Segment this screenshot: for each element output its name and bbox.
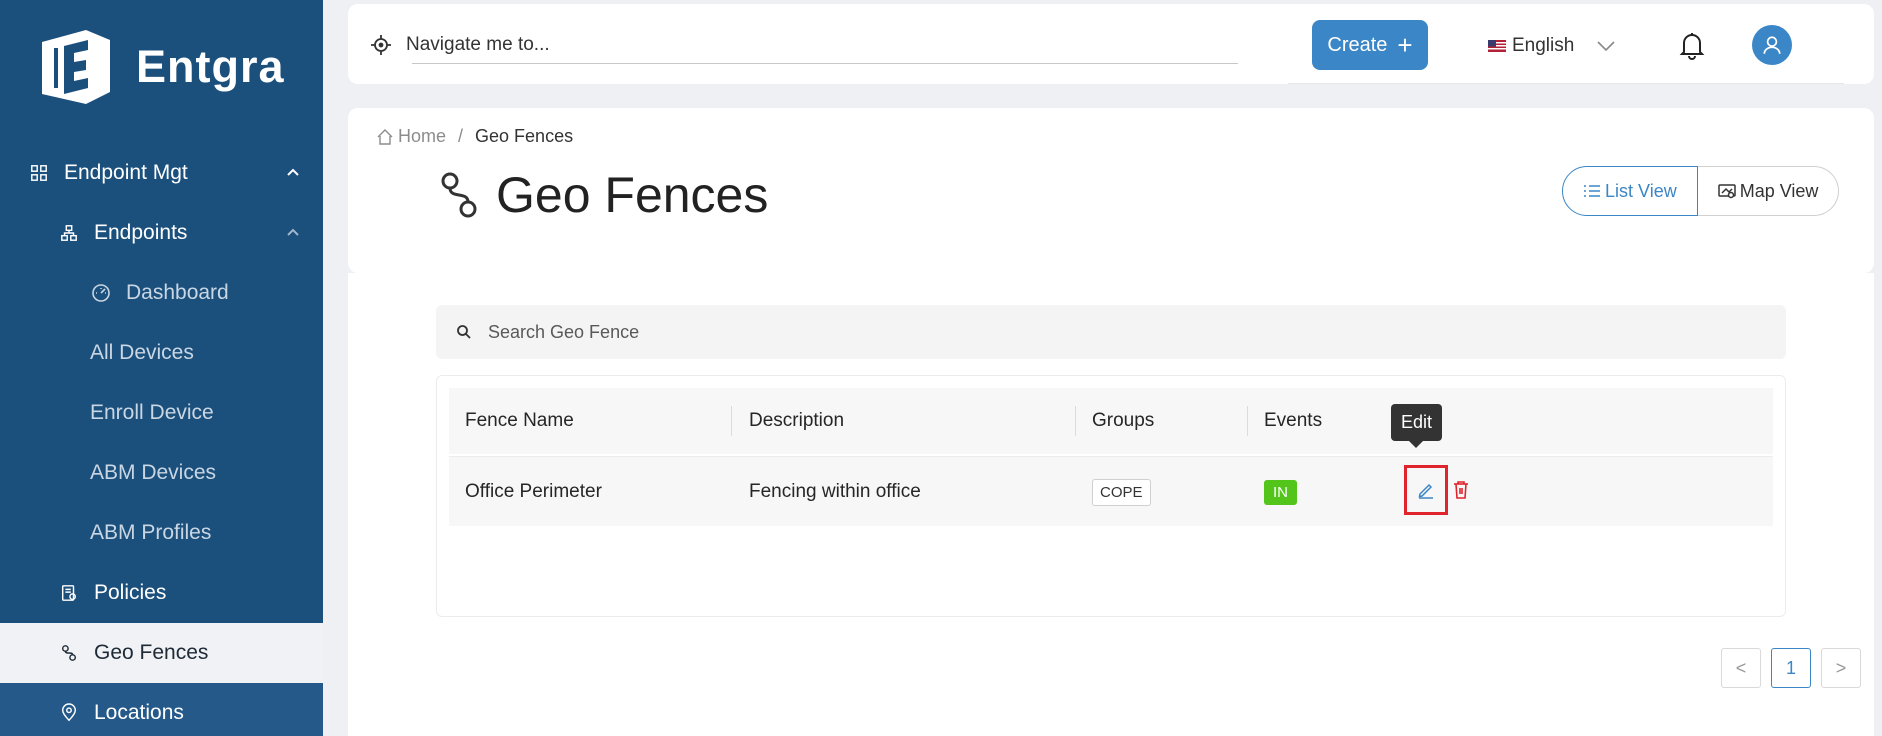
sidebar-item-all-devices[interactable]: All Devices	[0, 323, 323, 383]
sidebar-item-label: Endpoints	[94, 221, 188, 244]
sidebar-item-label: ABM Profiles	[90, 521, 212, 544]
group-tag: COPE	[1092, 478, 1151, 506]
map-icon	[1717, 184, 1736, 199]
hierarchy-icon	[58, 222, 80, 244]
sidebar-item-label: All Devices	[90, 341, 194, 364]
sidebar-item-label: Geo Fences	[94, 641, 209, 664]
page-title-text: Geo Fences	[496, 167, 769, 223]
cell-description: Fencing within office	[749, 481, 921, 502]
column-header-fence-name: Fence Name	[465, 410, 574, 431]
search-input[interactable]: Search Geo Fence	[488, 322, 639, 343]
chevron-up-icon	[287, 168, 299, 176]
sidebar-item-abm-devices[interactable]: ABM Devices	[0, 443, 323, 503]
column-header-groups: Groups	[1092, 410, 1155, 431]
brand-name: Entgra	[136, 41, 285, 92]
bell-icon[interactable]	[1678, 30, 1706, 60]
breadcrumb-separator: /	[458, 126, 464, 146]
sidebar-item-geo-fences[interactable]: Geo Fences	[0, 623, 323, 683]
language-label: English	[1512, 35, 1575, 56]
us-flag-icon	[1488, 40, 1506, 52]
geo-fence-table: Fence Name Description Groups Events Off…	[436, 375, 1861, 688]
cell-events: IN	[1264, 457, 1297, 527]
column-divider	[1075, 406, 1076, 436]
next-page-button[interactable]: >	[1821, 648, 1861, 688]
navigate-search[interactable]: Navigate me to...	[370, 24, 1238, 66]
table-row[interactable]: Office Perimeter Fencing within office C…	[449, 456, 1773, 526]
crosshair-icon	[371, 35, 391, 55]
sidebar-item-enroll-device[interactable]: Enroll Device	[0, 383, 323, 443]
chevron-down-icon	[1597, 41, 1615, 52]
entgra-logo-icon	[42, 30, 110, 104]
sidebar-item-label: Locations	[94, 701, 184, 724]
delete-trash-icon[interactable]	[1451, 479, 1471, 501]
map-view-label: Map View	[1739, 180, 1819, 201]
search-icon	[457, 325, 471, 339]
prev-page-button[interactable]: <	[1721, 648, 1761, 688]
geofence-icon	[441, 172, 477, 218]
language-select[interactable]: English	[1488, 26, 1616, 66]
edit-tooltip: Edit	[1391, 404, 1443, 448]
pagination: < 1 >	[1721, 648, 1871, 688]
edit-pencil-icon	[1418, 483, 1433, 499]
table-header: Fence Name Description Groups Events	[449, 388, 1773, 454]
create-label: Create	[1327, 33, 1388, 56]
geo-fence-search[interactable]: Search Geo Fence	[436, 305, 1786, 359]
view-toggle: List View Map View	[1562, 166, 1840, 216]
navigate-input[interactable]: Navigate me to...	[406, 34, 550, 56]
brand-logo[interactable]: Entgra	[34, 28, 285, 106]
page-button-1[interactable]: 1	[1771, 648, 1811, 688]
user-avatar[interactable]	[1752, 25, 1792, 65]
breadcrumb-current: Geo Fences	[475, 126, 574, 146]
cell-fence-name: Office Perimeter	[465, 481, 602, 502]
policy-icon	[58, 582, 80, 604]
sidebar-item-locations[interactable]: Locations	[0, 683, 323, 736]
top-header: Navigate me to... Create + English	[348, 4, 1874, 84]
list-view-label: List View	[1605, 180, 1677, 201]
plus-icon: +	[1397, 30, 1413, 60]
event-tag: IN	[1264, 479, 1297, 505]
column-divider	[1247, 406, 1248, 436]
create-button[interactable]: Create +	[1312, 20, 1428, 70]
sidebar-item-dashboard[interactable]: Dashboard	[0, 263, 323, 323]
column-header-events: Events	[1264, 410, 1323, 431]
sidebar-item-label: ABM Devices	[90, 461, 217, 484]
user-icon	[1763, 36, 1781, 54]
breadcrumb: Home / Geo Fences	[376, 126, 573, 147]
geofence-icon	[58, 642, 80, 664]
geo-fence-list-card: Search Geo Fence Fence Name Description …	[348, 273, 1874, 736]
sidebar-item-label: Dashboard	[126, 281, 229, 304]
grid-icon	[28, 162, 50, 184]
sidebar-item-label: Policies	[94, 581, 167, 604]
home-icon	[377, 128, 393, 145]
sidebar-item-label: Enroll Device	[90, 401, 214, 424]
sidebar-item-label: Endpoint Mgt	[64, 161, 188, 184]
location-pin-icon	[58, 702, 80, 724]
page-header-card: Home / Geo Fences Geo Fences List View M…	[348, 108, 1874, 273]
input-underline	[412, 63, 1238, 64]
sidebar-item-policies[interactable]: Policies	[0, 563, 323, 623]
column-divider	[731, 406, 732, 436]
breadcrumb-home[interactable]: Home	[398, 126, 446, 147]
sidebar: Entgra Endpoint Mgt Endpoints Dashboard …	[0, 0, 323, 736]
list-view-button[interactable]: List View	[1562, 166, 1698, 216]
sidebar-item-endpoint-mgt[interactable]: Endpoint Mgt	[0, 143, 323, 203]
cell-groups: COPE	[1092, 457, 1151, 527]
sidebar-item-abm-profiles[interactable]: ABM Profiles	[0, 503, 323, 563]
sidebar-item-endpoints[interactable]: Endpoints	[0, 203, 323, 263]
edit-button[interactable]	[1404, 465, 1448, 515]
header-divider	[1288, 83, 1844, 84]
page-title: Geo Fences	[438, 166, 768, 224]
chevron-up-icon	[287, 228, 299, 236]
column-header-description: Description	[749, 410, 845, 431]
list-icon	[1584, 185, 1600, 197]
gauge-icon	[90, 282, 112, 304]
map-view-button[interactable]: Map View	[1697, 166, 1840, 216]
